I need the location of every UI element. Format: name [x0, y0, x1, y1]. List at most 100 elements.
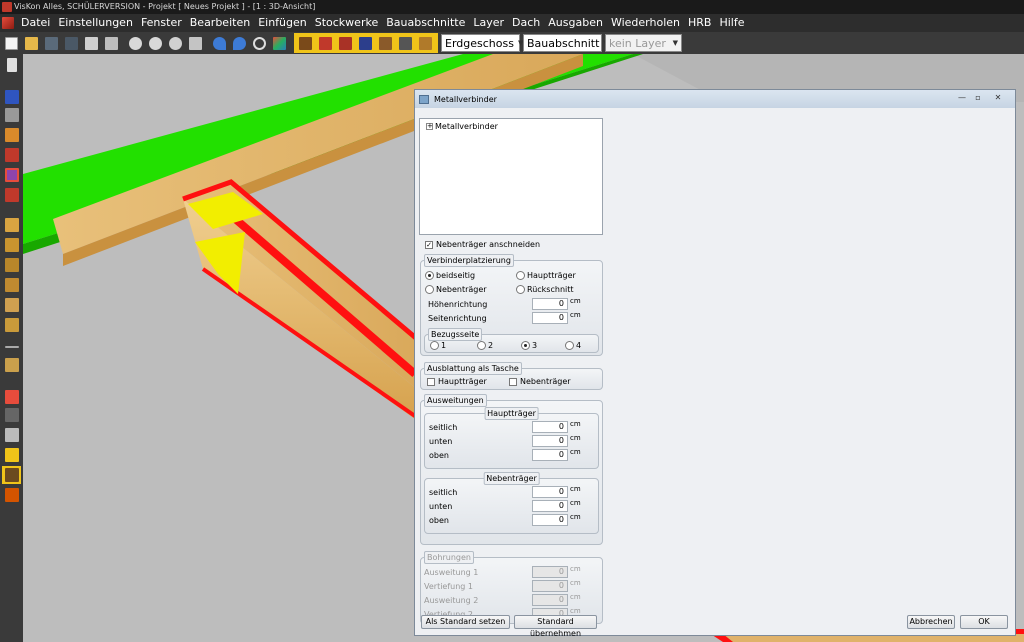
- ref-side-4[interactable]: 4: [565, 341, 581, 350]
- beam-tool-button[interactable]: [296, 34, 315, 53]
- truss-tool-button[interactable]: [376, 34, 395, 53]
- minimize-icon[interactable]: —: [955, 93, 969, 104]
- radio-both-sides[interactable]: beidseitig: [425, 271, 475, 280]
- tools-button[interactable]: [2, 406, 21, 424]
- dimension-tool-button[interactable]: [2, 426, 21, 444]
- zoom-window-button[interactable]: [166, 34, 185, 53]
- frame-tool-button[interactable]: [2, 166, 21, 184]
- undo-button[interactable]: [210, 34, 229, 53]
- close-icon[interactable]: ✕: [991, 93, 1005, 104]
- pocket-group-title: Ausblattung als Tasche: [424, 362, 522, 375]
- radio-main-beam[interactable]: Hauptträger: [516, 271, 576, 280]
- layer-select[interactable]: kein Layer ▼: [605, 34, 682, 52]
- menu-einstellungen[interactable]: Einstellungen: [54, 14, 137, 32]
- wall-tool-button[interactable]: [2, 88, 21, 106]
- widen-main-bottom-input[interactable]: 0: [532, 435, 568, 447]
- connector-tree[interactable]: + Metallverbinder: [419, 118, 603, 235]
- pocket-secondary-checkbox[interactable]: Nebenträger: [509, 377, 571, 386]
- pocket-main-label: Hauptträger: [438, 377, 487, 386]
- menu-bearbeiten[interactable]: Bearbeiten: [186, 14, 254, 32]
- ref-side-3[interactable]: 3: [521, 341, 537, 350]
- print-preview-button[interactable]: [102, 34, 121, 53]
- save-as-button[interactable]: [62, 34, 81, 53]
- expand-plus-icon[interactable]: +: [426, 123, 433, 130]
- beam-diagonal-tool-button[interactable]: [2, 216, 21, 234]
- menu-einfuegen[interactable]: Einfügen: [254, 14, 311, 32]
- menu-fenster[interactable]: Fenster: [137, 14, 186, 32]
- radio-empty-icon: [516, 285, 525, 294]
- open-button[interactable]: [22, 34, 41, 53]
- cancel-button[interactable]: Abbrechen: [907, 615, 955, 629]
- menu-ausgaben[interactable]: Ausgaben: [544, 14, 607, 32]
- widen-sec-lateral-input[interactable]: 0: [532, 486, 568, 498]
- text-zoom-button[interactable]: [186, 34, 205, 53]
- widen-main-lateral-input[interactable]: 0: [532, 421, 568, 433]
- app-menu-icon[interactable]: [2, 17, 14, 29]
- menu-hilfe[interactable]: Hilfe: [715, 14, 748, 32]
- widen-sec-bottom-input[interactable]: 0: [532, 500, 568, 512]
- ref-side-2[interactable]: 2: [477, 341, 493, 350]
- zoom-in-button[interactable]: [126, 34, 145, 53]
- post-tool-button[interactable]: [2, 356, 21, 374]
- menu-datei[interactable]: Datei: [17, 14, 54, 32]
- menu-stockwerke[interactable]: Stockwerke: [311, 14, 382, 32]
- arch-tool-button[interactable]: [2, 296, 21, 314]
- height-direction-input[interactable]: 0: [532, 298, 568, 310]
- rafter-left-tool-button[interactable]: [2, 256, 21, 274]
- pocket-group: Ausblattung als Tasche Hauptträger Neben…: [420, 362, 603, 390]
- window-tool-button[interactable]: [2, 126, 21, 144]
- radio-secondary-beam[interactable]: Nebenträger: [425, 285, 487, 294]
- house-tool-button[interactable]: [2, 186, 21, 204]
- line-tool-button[interactable]: [2, 338, 21, 356]
- cut-secondary-checkbox[interactable]: ✓ Nebenträger anschneiden: [425, 240, 540, 249]
- save-button[interactable]: [42, 34, 61, 53]
- stair-tool-button[interactable]: [2, 236, 21, 254]
- delete-tool-button[interactable]: [2, 388, 21, 406]
- connection-tool-button[interactable]: [336, 34, 355, 53]
- widen-sec-top-input[interactable]: 0: [532, 514, 568, 526]
- columns-icon: [4, 318, 19, 332]
- set-default-button[interactable]: Als Standard setzen: [421, 615, 510, 629]
- mirror-tool-button[interactable]: [2, 486, 21, 504]
- corner-tool-button[interactable]: [2, 146, 21, 164]
- menu-bauabschnitte[interactable]: Bauabschnitte: [382, 14, 469, 32]
- zoom-out-button[interactable]: [146, 34, 165, 53]
- slab-icon: [4, 108, 19, 122]
- ref-side-1[interactable]: 1: [430, 341, 446, 350]
- numbering-tool-button[interactable]: [2, 446, 21, 464]
- section-select[interactable]: Bauabschnitt ▼: [523, 34, 609, 52]
- plate-tool-button[interactable]: [356, 34, 375, 53]
- menu-hrb[interactable]: HRB: [684, 14, 715, 32]
- widen-secondary-group: Nebenträger seitlich 0 cm unten 0 cm obe…: [424, 472, 599, 534]
- redo-button[interactable]: [230, 34, 249, 53]
- tree-item-label: Metallverbinder: [435, 122, 498, 131]
- ok-button[interactable]: OK: [960, 615, 1008, 629]
- tree-item-metallverbinder[interactable]: + Metallverbinder: [426, 122, 498, 131]
- menu-dach[interactable]: Dach: [508, 14, 544, 32]
- radio-back-cut[interactable]: Rückschnitt: [516, 285, 574, 294]
- connector-tool-button[interactable]: [2, 466, 21, 484]
- new-file-button[interactable]: [2, 34, 21, 53]
- print-button[interactable]: [82, 34, 101, 53]
- column-tool-button[interactable]: [2, 316, 21, 334]
- apply-default-button[interactable]: Standard übernehmen: [514, 615, 597, 638]
- pointer-tool-button[interactable]: [396, 34, 415, 53]
- widen-main-top-input[interactable]: 0: [532, 449, 568, 461]
- box-tool-button[interactable]: [416, 34, 435, 53]
- placement-group: Verbinderplatzierung beidseitig Hauptträ…: [420, 254, 603, 356]
- maximize-icon[interactable]: ▫: [971, 93, 985, 104]
- menu-wiederholen[interactable]: Wiederholen: [607, 14, 684, 32]
- timber-tool-button[interactable]: [2, 276, 21, 294]
- storey-select[interactable]: Erdgeschoss ▼: [441, 34, 523, 52]
- pocket-main-checkbox[interactable]: Hauptträger: [427, 377, 487, 386]
- rafter-tool-button[interactable]: [316, 34, 335, 53]
- radio-secondary-label: Nebenträger: [436, 285, 487, 294]
- 3d-view-button[interactable]: [270, 34, 289, 53]
- hole-widening-2-input: 0: [532, 594, 568, 606]
- select-tool-button[interactable]: [2, 56, 21, 74]
- menu-layer[interactable]: Layer: [469, 14, 508, 32]
- crosshair-button[interactable]: [250, 34, 269, 53]
- menu-bar: Datei Einstellungen Fenster Bearbeiten E…: [0, 14, 1024, 32]
- side-direction-input[interactable]: 0: [532, 312, 568, 324]
- slab-tool-button[interactable]: [2, 106, 21, 124]
